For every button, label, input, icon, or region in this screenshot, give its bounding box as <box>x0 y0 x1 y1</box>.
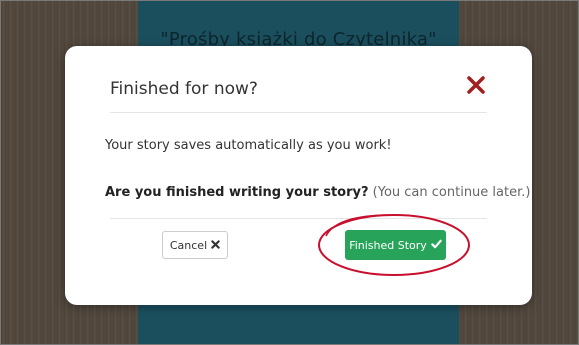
finish-question: Are you finished writing your story? (Yo… <box>105 185 530 200</box>
cancel-button[interactable]: Cancel <box>162 231 228 259</box>
screenshot-frame: "Prośby książki do Czytelnika" Finished … <box>0 0 579 345</box>
cancel-button-label: Cancel <box>169 238 208 252</box>
finish-question-hint: (You can continue later.) <box>372 185 531 200</box>
modal-footer-divider <box>110 218 487 219</box>
finished-story-button-label: Finished Story <box>349 238 427 252</box>
times-icon <box>211 239 220 252</box>
finished-story-button[interactable]: Finished Story <box>345 230 446 260</box>
finish-story-modal: Finished for now? Your story saves autom… <box>65 46 532 305</box>
modal-title: Finished for now? <box>110 79 258 99</box>
autosave-message: Your story saves automatically as you wo… <box>105 138 392 153</box>
close-icon[interactable] <box>465 74 487 96</box>
finish-question-bold: Are you finished writing your story? <box>105 185 369 200</box>
check-icon <box>431 239 442 252</box>
modal-header: Finished for now? <box>110 46 487 113</box>
